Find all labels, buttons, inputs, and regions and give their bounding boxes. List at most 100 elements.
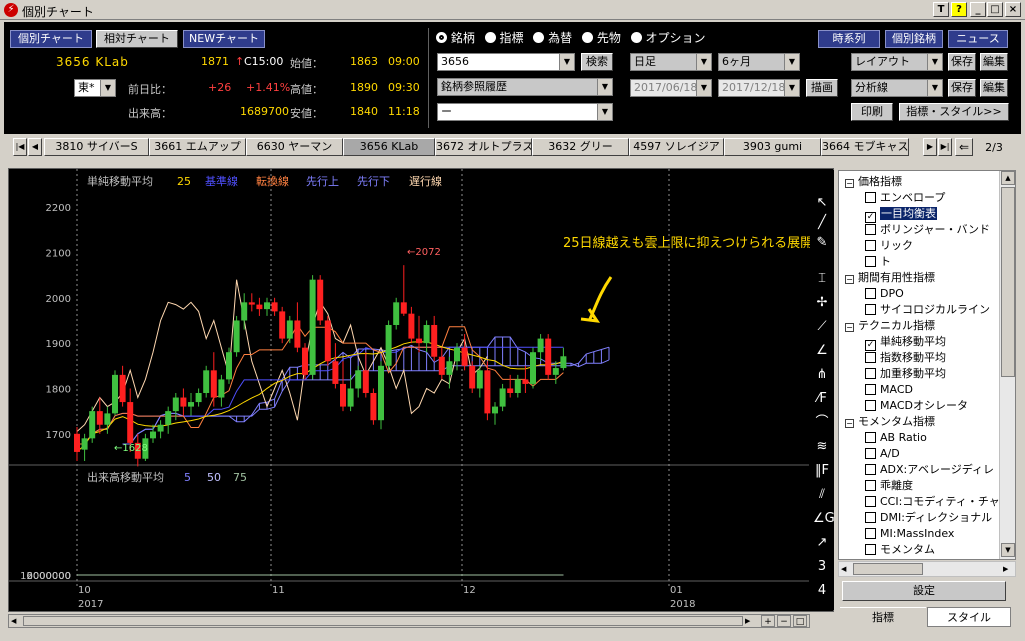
checkbox[interactable]: [865, 400, 876, 411]
tree-group[interactable]: − モメンタム指標: [845, 414, 935, 430]
angle-icon[interactable]: ∠: [813, 342, 831, 360]
hscroll-thumb[interactable]: [853, 563, 923, 575]
checkbox[interactable]: [865, 192, 876, 203]
scroll-thumb[interactable]: [1001, 187, 1015, 377]
checkbox[interactable]: [865, 384, 876, 395]
symbol-tab[interactable]: 3664 モブキャス: [821, 138, 909, 156]
chart-scroll-thumb[interactable]: [23, 616, 743, 626]
from-date[interactable]: 2017/06/18 ▼: [630, 79, 712, 97]
checkbox[interactable]: [865, 512, 876, 523]
to-date[interactable]: 2017/12/18 ▼: [718, 79, 800, 97]
tree-group[interactable]: − 価格指標: [845, 174, 902, 190]
cursor-icon[interactable]: ↖: [813, 194, 831, 212]
span-select[interactable]: 6ヶ月 ▼: [718, 53, 800, 71]
checkbox[interactable]: [865, 544, 876, 555]
fit-icon[interactable]: □: [793, 615, 807, 627]
fibonacci-icon[interactable]: ⁄F: [813, 390, 831, 408]
radio-index[interactable]: 指標: [484, 31, 524, 45]
cycle-4-icon[interactable]: 4: [813, 582, 831, 600]
scroll-down-icon[interactable]: ▼: [1001, 543, 1015, 557]
save-analysis-button[interactable]: 保存: [948, 79, 976, 97]
checkbox[interactable]: [865, 224, 876, 235]
checkbox[interactable]: [865, 448, 876, 459]
cycle-3-icon[interactable]: 3: [813, 558, 831, 576]
symbol-tab[interactable]: 3661 エムアップ: [149, 138, 246, 156]
radio-option[interactable]: オプション: [630, 31, 706, 45]
cross-icon[interactable]: ✢: [813, 294, 831, 312]
tab-new-chart[interactable]: NEWチャート: [183, 30, 265, 48]
symbol-tab[interactable]: 3656 KLab: [343, 138, 435, 156]
history-select[interactable]: 銘柄参照履歴 ▼: [437, 78, 613, 96]
zoom-in-icon[interactable]: +: [761, 615, 775, 627]
close-button[interactable]: ×: [1005, 2, 1021, 17]
edit-layout-button[interactable]: 編集: [980, 53, 1008, 71]
tree-scrollbar[interactable]: ▲ ▼: [999, 171, 1015, 559]
checkbox[interactable]: [865, 464, 876, 475]
trendline-icon[interactable]: ╱: [813, 214, 831, 232]
arc-icon[interactable]: ⌒: [813, 414, 831, 432]
tree-item[interactable]: CCI:コモディティ・チャ: [865, 494, 1000, 510]
checkbox[interactable]: [865, 368, 876, 379]
tree-item[interactable]: サイコロジカルライン: [865, 302, 990, 318]
tree-item[interactable]: DPO: [865, 286, 904, 302]
symbol-tab[interactable]: 3632 グリー: [532, 138, 629, 156]
checkbox[interactable]: [865, 256, 876, 267]
symbol-tab[interactable]: 4597 ソレイジア: [629, 138, 724, 156]
save-layout-button[interactable]: 保存: [948, 53, 976, 71]
scroll-left-icon[interactable]: ◀: [11, 615, 21, 627]
draw-button[interactable]: 描画: [806, 79, 838, 97]
print-button[interactable]: 印刷: [851, 103, 893, 121]
fan-icon[interactable]: ⋔: [813, 366, 831, 384]
scroll-right-icon[interactable]: ▶: [745, 615, 755, 627]
maximize-button[interactable]: □: [987, 2, 1003, 17]
tree-item[interactable]: ADX:アベレージディレ: [865, 462, 994, 478]
back-arrow-icon[interactable]: ⇐: [955, 138, 973, 156]
symbol-tab[interactable]: 3810 サイバーS: [44, 138, 149, 156]
tree-item[interactable]: ✓ 一目均衡表: [865, 206, 937, 223]
price-chart[interactable]: 2200210020001900180017001000000060000002…: [9, 169, 834, 612]
symbol-tab[interactable]: 3903 gumi: [724, 138, 821, 156]
prev-tab-icon[interactable]: ◀: [28, 138, 42, 156]
checkbox[interactable]: [865, 528, 876, 539]
individual-stock-button[interactable]: 個別銘柄: [885, 30, 943, 48]
edit-analysis-button[interactable]: 編集: [980, 79, 1008, 97]
gann-icon[interactable]: ∠G: [813, 510, 835, 528]
tree-item[interactable]: モメンタム: [865, 542, 935, 558]
checkbox[interactable]: [865, 432, 876, 443]
tree-item[interactable]: ✓ 単純移動平均: [865, 334, 946, 351]
topmost-button[interactable]: T: [933, 2, 949, 17]
fib-time-icon[interactable]: ‖F: [813, 462, 831, 480]
interval-select[interactable]: 日足 ▼: [630, 53, 712, 71]
collapse-icon[interactable]: −: [845, 323, 854, 332]
analysis-select[interactable]: 分析線 ▼: [851, 79, 943, 97]
ray-icon[interactable]: ↗: [813, 534, 831, 552]
radio-futures[interactable]: 先物: [582, 31, 621, 45]
scroll-up-icon[interactable]: ▲: [1001, 171, 1015, 185]
tree-item[interactable]: MACDオシレータ: [865, 398, 968, 414]
zoom-out-icon[interactable]: −: [777, 615, 791, 627]
checkbox[interactable]: [865, 480, 876, 491]
tree-item[interactable]: A/D: [865, 446, 900, 462]
news-button[interactable]: ニュース: [948, 30, 1008, 48]
vertical-line-icon[interactable]: ⌶: [813, 270, 831, 288]
checkbox[interactable]: [865, 288, 876, 299]
tab-relative-chart[interactable]: 相対チャート: [96, 30, 178, 48]
tree-item[interactable]: リック: [865, 238, 913, 254]
collapse-icon[interactable]: −: [845, 275, 854, 284]
checkbox[interactable]: [865, 304, 876, 315]
scroll-left-icon[interactable]: ◀: [841, 563, 851, 575]
last-tab-icon[interactable]: ▶|: [938, 138, 952, 156]
line-icon[interactable]: ⟋: [813, 318, 831, 336]
tree-group[interactable]: − 期間有用性指標: [845, 270, 935, 286]
indicator-style-button[interactable]: 指標・スタイル>>: [899, 103, 1009, 121]
channel-icon[interactable]: ≋: [813, 438, 831, 456]
next-tab-icon[interactable]: ▶: [923, 138, 937, 156]
collapse-icon[interactable]: −: [845, 179, 854, 188]
tree-hscrollbar[interactable]: ◀ ▶: [838, 561, 1016, 577]
help-button[interactable]: ?: [951, 2, 967, 17]
minimize-button[interactable]: _: [970, 2, 986, 17]
tree-item[interactable]: AB Ratio: [865, 430, 927, 446]
tree-item[interactable]: ボリンジャー・バンド: [865, 222, 990, 238]
pen-icon[interactable]: ✎: [813, 234, 831, 252]
tree-item[interactable]: DMI:ディレクショナル: [865, 510, 992, 526]
